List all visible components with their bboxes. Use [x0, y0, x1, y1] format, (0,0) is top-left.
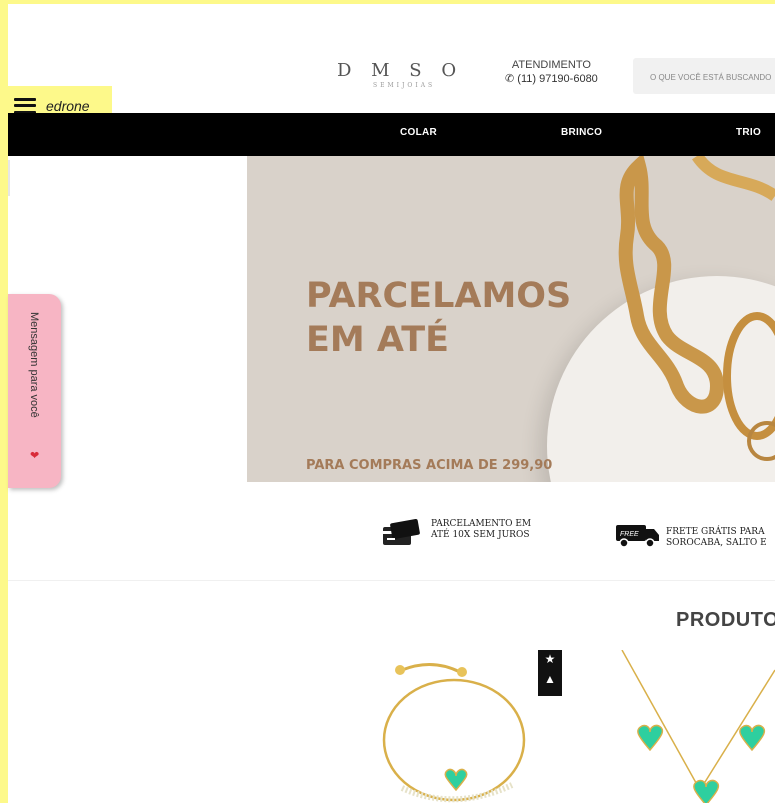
feature-shipping-line1: FRETE GRÁTIS PARA [666, 527, 765, 537]
main-nav: COLAR BRINCO TRIO [8, 113, 775, 156]
hero-title-line2: EM ATÉ [306, 320, 450, 360]
phone-number: (11) 97190-6080 [517, 73, 598, 85]
logo-text: D M S O [337, 60, 464, 81]
section-divider [8, 580, 775, 581]
feature-installments-line2: ATÉ 10X SEM JUROS [431, 530, 530, 540]
star-icon: ★ [544, 652, 556, 666]
search-input[interactable]: O QUE VOCÊ ESTÁ BUSCANDO [633, 58, 775, 94]
hamburger-icon [14, 97, 36, 114]
hero-subtitle: PARA COMPRAS ACIMA DE 299,90 [306, 458, 553, 473]
product-image-necklace-set[interactable] [612, 650, 775, 803]
product-image-bracelet[interactable] [372, 650, 532, 803]
feature-installments: PARCELAMENTO EM ATÉ 10X SEM JUROS [431, 519, 531, 541]
feature-free-shipping: FRETE GRÁTIS PARA SOROCABA, SALTO E [666, 527, 767, 549]
side-marker [8, 160, 10, 196]
svg-text:FREE: FREE [620, 531, 639, 538]
delivery-truck-icon: FREE [616, 525, 659, 548]
nav-item-trio[interactable]: TRIO [736, 127, 761, 138]
feature-shipping-line2: SOROCABA, SALTO E [666, 538, 767, 548]
nav-item-colar[interactable]: COLAR [400, 127, 437, 138]
phone-icon: ✆ [505, 73, 515, 85]
feature-installments-line1: PARCELAMENTO EM [431, 519, 532, 529]
brand-logo[interactable]: D M S O [337, 60, 463, 81]
products-section-title: PRODUTOS [676, 609, 775, 631]
hero-title-line1: PARCELAMOS [306, 276, 572, 316]
customer-service-label: ATENDIMENTO [511, 59, 591, 71]
hero-title: PARCELAMOS EM ATÉ [306, 274, 606, 362]
nav-item-brinco[interactable]: BRINCO [561, 127, 602, 138]
rocket-icon: ▲ [544, 672, 556, 686]
credit-card-icon [383, 519, 420, 545]
product-badge: ★ ▲ [538, 650, 562, 696]
heart-icon: ❤ [30, 450, 40, 462]
message-tab-label: Mensagem para você [28, 312, 40, 418]
left-border [0, 0, 8, 803]
message-tab[interactable]: Mensagem para você ❤ [8, 294, 61, 488]
customer-service[interactable]: ATENDIMENTO ✆ (11) 97190-6080 [505, 58, 598, 86]
top-border [0, 0, 775, 4]
logo-subtitle: SEMIJOIAS [373, 82, 436, 89]
edrone-label: edrone [46, 97, 90, 114]
